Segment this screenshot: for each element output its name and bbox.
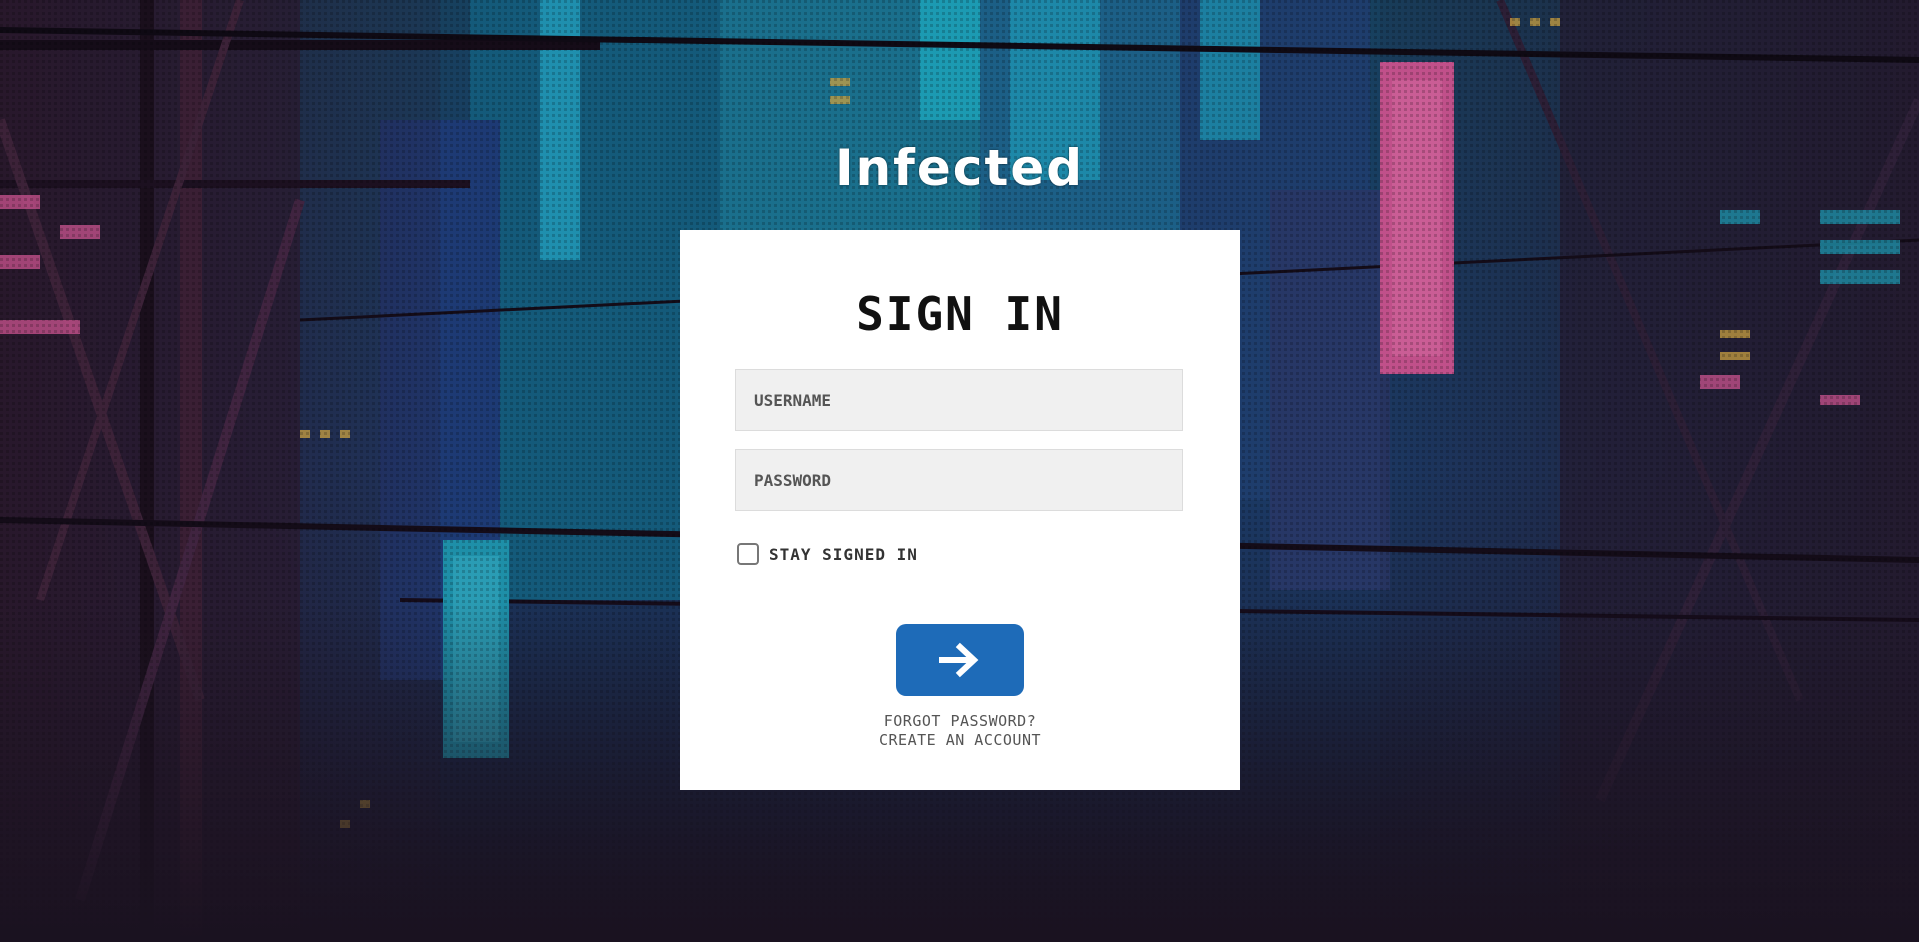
account-links: FORGOT PASSWORD? CREATE AN ACCOUNT — [680, 712, 1240, 750]
stay-signed-in-label: STAY SIGNED IN — [769, 544, 918, 564]
login-card: SIGN IN STAY SIGNED IN FORGOT PASSWORD? … — [680, 230, 1240, 790]
stay-signed-in-row[interactable]: STAY SIGNED IN — [737, 541, 918, 567]
username-input[interactable] — [736, 370, 1182, 430]
sign-in-button[interactable] — [896, 624, 1024, 696]
username-field-wrapper — [735, 369, 1183, 431]
forgot-password-link[interactable]: FORGOT PASSWORD? — [680, 712, 1240, 731]
page-title: SIGN IN — [856, 287, 1064, 341]
logo: Infected — [834, 139, 1085, 197]
stay-signed-in-checkbox[interactable] — [737, 543, 759, 565]
create-account-link[interactable]: CREATE AN ACCOUNT — [680, 731, 1240, 750]
password-input[interactable] — [736, 450, 1182, 510]
arrow-right-icon — [939, 642, 979, 678]
password-field-wrapper — [735, 449, 1183, 511]
